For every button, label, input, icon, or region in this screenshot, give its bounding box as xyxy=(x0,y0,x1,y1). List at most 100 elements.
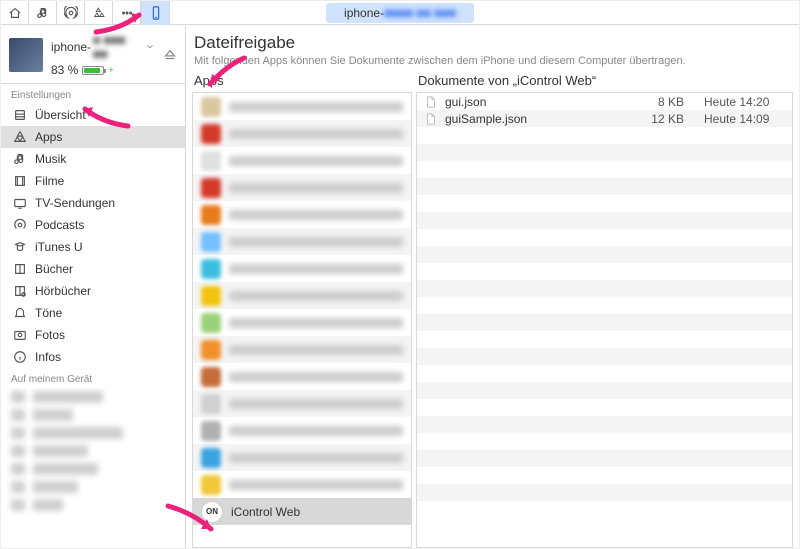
empty-row xyxy=(417,263,792,280)
empty-row xyxy=(417,161,792,178)
tones-icon xyxy=(13,306,27,320)
device-icon[interactable] xyxy=(142,1,170,25)
app-row[interactable] xyxy=(193,147,411,174)
empty-row xyxy=(417,178,792,195)
empty-row xyxy=(417,297,792,314)
window-title: iphone-■■■■ ■■ ■■■ xyxy=(326,3,474,23)
sidebar-item-label: Infos xyxy=(35,350,61,364)
app-row[interactable] xyxy=(193,363,411,390)
sidebar-item-musik[interactable]: Musik xyxy=(1,148,185,170)
empty-row xyxy=(417,195,792,212)
section-settings: Einstellungen xyxy=(1,84,185,104)
file-icon xyxy=(425,96,437,108)
empty-row xyxy=(417,314,792,331)
empty-row xyxy=(417,348,792,365)
apps-heading: Apps xyxy=(194,73,412,88)
docs-list[interactable]: gui.json8 KBHeute 14:20guiSample.json12 … xyxy=(416,92,793,548)
podcast-icon[interactable] xyxy=(57,1,85,25)
doc-size: 12 KB xyxy=(640,112,684,126)
document-row[interactable]: guiSample.json12 KBHeute 14:09 xyxy=(417,110,792,127)
app-row[interactable] xyxy=(193,120,411,147)
sidebar-item-filme[interactable]: Filme xyxy=(1,170,185,192)
sidebar-item-fotos[interactable]: Fotos xyxy=(1,324,185,346)
app-icon xyxy=(201,286,221,306)
empty-row xyxy=(417,382,792,399)
books-icon xyxy=(13,262,27,276)
music-icon[interactable] xyxy=(29,1,57,25)
apps-list[interactable]: ONiControl Web xyxy=(192,92,412,548)
sidebar-item-tv-sendungen[interactable]: TV-Sendungen xyxy=(1,192,185,214)
apps-icon[interactable] xyxy=(85,1,113,25)
empty-row xyxy=(417,212,792,229)
sidebar-item-label: iTunes U xyxy=(35,240,83,254)
sidebar-item-label: Übersicht xyxy=(35,108,86,122)
device-thumbnail xyxy=(9,38,43,72)
app-icon xyxy=(201,232,221,252)
app-row[interactable] xyxy=(193,309,411,336)
page-title: Dateifreigabe xyxy=(194,33,793,53)
app-row[interactable] xyxy=(193,174,411,201)
sidebar-item-label: Apps xyxy=(35,130,62,144)
empty-row xyxy=(417,229,792,246)
app-row[interactable] xyxy=(193,282,411,309)
settings-icon xyxy=(13,108,27,122)
app-row-selected[interactable]: ONiControl Web xyxy=(193,498,411,525)
sidebar-item-töne[interactable]: Töne xyxy=(1,302,185,324)
empty-row xyxy=(417,467,792,484)
app-row[interactable] xyxy=(193,93,411,120)
sidebar-item-itunes u[interactable]: iTunes U xyxy=(1,236,185,258)
empty-row xyxy=(417,144,792,161)
app-icon xyxy=(201,340,221,360)
empty-row xyxy=(417,365,792,382)
main-panel: Dateifreigabe Mit folgenden Apps können … xyxy=(186,25,799,548)
app-icon xyxy=(201,124,221,144)
docs-heading: Dokumente von „iControl Web“ xyxy=(418,73,793,88)
app-row[interactable] xyxy=(193,390,411,417)
empty-row xyxy=(417,399,792,416)
device-card[interactable]: iphone-■ ■■■ ■■ 83 % + xyxy=(1,25,185,84)
sidebar-item-bücher[interactable]: Bücher xyxy=(1,258,185,280)
eject-icon[interactable] xyxy=(163,48,177,62)
app-icon xyxy=(201,367,221,387)
app-row[interactable] xyxy=(193,417,411,444)
more-icon[interactable] xyxy=(113,1,141,25)
audiobook-icon xyxy=(13,284,27,298)
app-row[interactable] xyxy=(193,255,411,282)
sidebar-item-übersicht[interactable]: Übersicht xyxy=(1,104,185,126)
app-row[interactable] xyxy=(193,228,411,255)
doc-date: Heute 14:20 xyxy=(704,95,784,109)
app-row[interactable] xyxy=(193,336,411,363)
doc-date: Heute 14:09 xyxy=(704,112,784,126)
app-icon xyxy=(201,448,221,468)
sidebar-item-label: Töne xyxy=(35,306,62,320)
empty-row xyxy=(417,416,792,433)
app-icon xyxy=(201,205,221,225)
home-icon[interactable] xyxy=(1,1,29,25)
app-icon xyxy=(201,421,221,441)
document-row[interactable]: gui.json8 KBHeute 14:20 xyxy=(417,93,792,110)
sidebar-item-podcasts[interactable]: Podcasts xyxy=(1,214,185,236)
app-row[interactable] xyxy=(193,201,411,228)
tv-icon xyxy=(13,196,27,210)
sidebar-item-apps[interactable]: Apps xyxy=(1,126,185,148)
sidebar-item-label: Bücher xyxy=(35,262,73,276)
app-icon xyxy=(201,178,221,198)
top-toolbar: iphone-■■■■ ■■ ■■■ xyxy=(1,1,799,25)
app-icon xyxy=(201,97,221,117)
sidebar-item-hörbücher[interactable]: Hörbücher xyxy=(1,280,185,302)
page-subtitle: Mit folgenden Apps können Sie Dokumente … xyxy=(194,55,793,67)
app-icon xyxy=(201,475,221,495)
app-row[interactable] xyxy=(193,444,411,471)
app-row[interactable] xyxy=(193,471,411,498)
empty-row xyxy=(417,433,792,450)
app-icon xyxy=(201,313,221,333)
podcast-icon xyxy=(13,218,27,232)
empty-row xyxy=(417,331,792,348)
empty-row xyxy=(417,246,792,263)
doc-name: gui.json xyxy=(445,95,632,109)
sidebar-item-infos[interactable]: Infos xyxy=(1,346,185,368)
info-icon xyxy=(13,350,27,364)
device-name: iphone-■ ■■■ ■■ xyxy=(51,33,155,61)
film-icon xyxy=(13,174,27,188)
app-label: iControl Web xyxy=(231,505,300,519)
